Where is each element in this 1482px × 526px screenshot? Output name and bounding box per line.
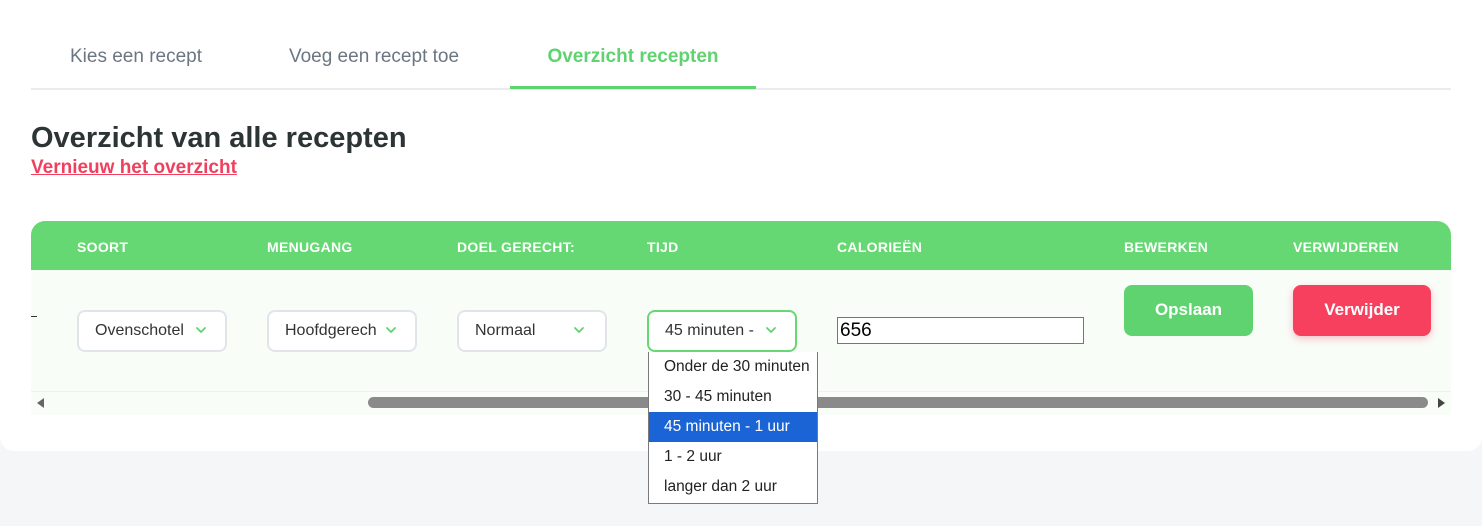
soort-select-value: Ovenschotel	[95, 322, 184, 339]
tab-kies-een-recept[interactable]: Kies een recept	[31, 46, 241, 90]
row-marker	[31, 316, 37, 317]
refresh-overview-link[interactable]: Vernieuw het overzicht	[31, 157, 237, 179]
header-bewerken: BEWERKEN	[1124, 239, 1209, 255]
scrollbar-thumb[interactable]	[368, 397, 1428, 408]
tijd-option-selected[interactable]: 45 minuten - 1 uur	[649, 412, 817, 442]
header-tijd: TIJD	[647, 239, 679, 255]
save-button[interactable]: Opslaan	[1124, 285, 1253, 336]
header-menugang: MENUGANG	[267, 239, 353, 255]
tijd-option[interactable]: Onder de 30 minuten	[649, 352, 817, 382]
tijd-select-value: 45 minuten -	[665, 322, 754, 339]
doel-gerecht-select-value: Normaal	[475, 322, 536, 339]
table-header: SOORT MENUGANG DOEL GERECHT: TIJD CALORI…	[31, 221, 1451, 270]
tijd-select[interactable]: 45 minuten -	[647, 310, 797, 352]
tijd-option[interactable]: 30 - 45 minuten	[649, 382, 817, 412]
header-calorieen: CALORIEËN	[837, 239, 923, 255]
header-verwijderen: VERWIJDEREN	[1293, 239, 1399, 255]
tab-overzicht-recepten[interactable]: Overzicht recepten	[510, 46, 756, 89]
tab-voeg-een-recept-toe[interactable]: Voeg een recept toe	[261, 46, 487, 90]
chevron-down-icon	[386, 327, 396, 333]
tijd-option[interactable]: langer dan 2 uur	[649, 472, 817, 502]
arrow-right-icon[interactable]	[1438, 398, 1445, 408]
doel-gerecht-select[interactable]: Normaal	[457, 310, 607, 352]
arrow-left-icon[interactable]	[37, 398, 44, 408]
header-doel-gerecht: DOEL GERECHT:	[457, 239, 575, 255]
header-soort: SOORT	[77, 239, 129, 255]
menugang-select-value: Hoofdgerech	[285, 322, 377, 339]
tijd-option[interactable]: 1 - 2 uur	[649, 442, 817, 472]
page-title: Overzicht van alle recepten	[31, 122, 407, 154]
menugang-select[interactable]: Hoofdgerech	[267, 310, 417, 352]
chevron-down-icon	[196, 327, 206, 333]
soort-select[interactable]: Ovenschotel	[77, 310, 227, 352]
delete-button[interactable]: Verwijder	[1293, 285, 1431, 336]
chevron-down-icon	[766, 327, 776, 333]
calorieen-input[interactable]	[837, 317, 1084, 344]
tab-bar: Kies een recept Voeg een recept toe Over…	[31, 0, 1451, 90]
chevron-down-icon	[574, 327, 584, 333]
tijd-dropdown-list: Onder de 30 minuten 30 - 45 minuten 45 m…	[648, 352, 818, 504]
